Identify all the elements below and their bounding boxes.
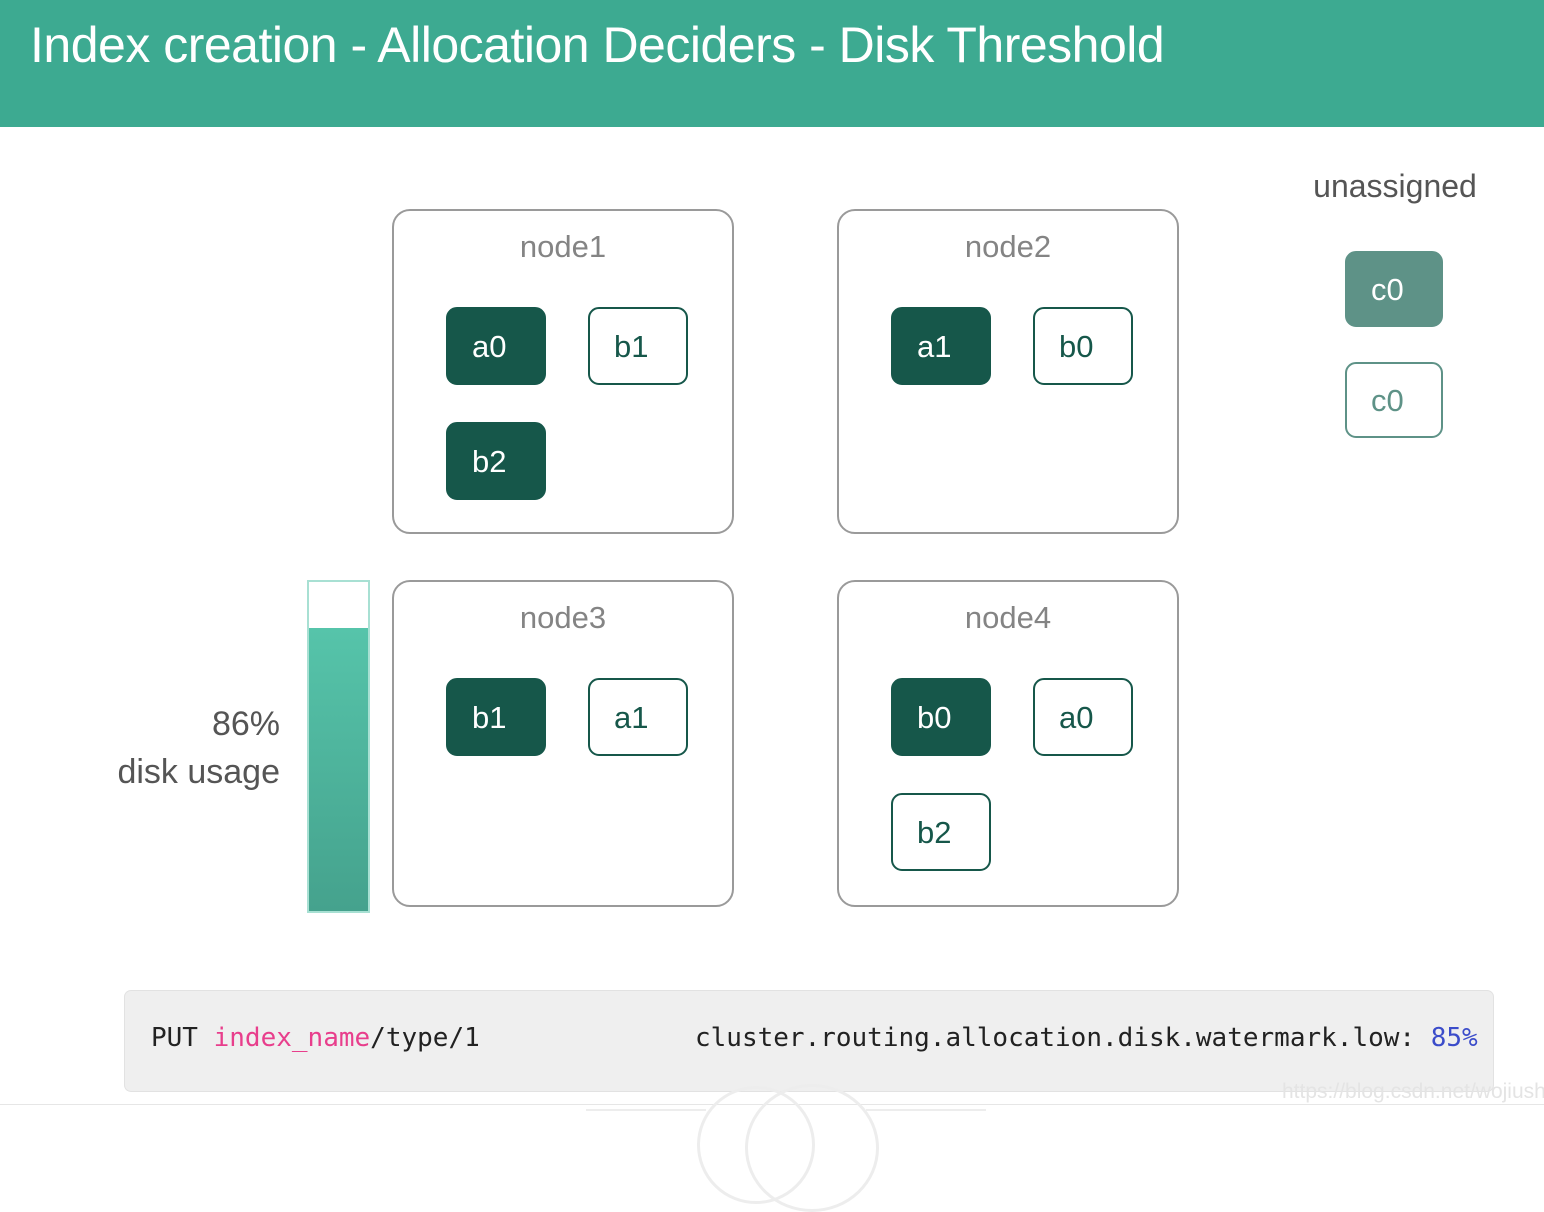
shard-label: a1 bbox=[614, 699, 649, 735]
shard-label: a0 bbox=[1059, 699, 1094, 735]
decorative-circle-icon bbox=[745, 1084, 879, 1212]
node-container-node1: node1 a0 b1 b2 bbox=[392, 209, 734, 534]
node-container-node3: node3 b1 a1 bbox=[392, 580, 734, 907]
shard-chip[interactable]: a1 bbox=[588, 678, 688, 756]
node-label: node1 bbox=[519, 229, 607, 264]
code-http-method: PUT bbox=[151, 1023, 214, 1053]
shard-chip[interactable]: b0 bbox=[1033, 307, 1133, 385]
shard-label: b1 bbox=[472, 699, 507, 735]
node-label: node4 bbox=[964, 600, 1052, 635]
shard-chip[interactable]: b2 bbox=[446, 422, 546, 500]
shard-chip[interactable]: b2 bbox=[891, 793, 991, 871]
page-title: Index creation - Allocation Deciders - D… bbox=[30, 17, 1165, 73]
disk-usage-text: disk usage bbox=[117, 753, 280, 792]
shard-label: a1 bbox=[917, 328, 952, 364]
unassigned-shard-chip[interactable]: c0 bbox=[1345, 362, 1443, 438]
shard-label: b1 bbox=[614, 328, 649, 364]
unassigned-shard-chip[interactable]: c0 bbox=[1345, 251, 1443, 327]
shard-label: c0 bbox=[1371, 271, 1404, 307]
title-banner: Index creation - Allocation Deciders - D… bbox=[0, 0, 1544, 127]
shard-chip[interactable]: b1 bbox=[588, 307, 688, 385]
code-path-rest: /type/1 bbox=[370, 1023, 480, 1053]
node-label: node3 bbox=[519, 600, 607, 635]
shard-chip[interactable]: a0 bbox=[1033, 678, 1133, 756]
code-panel: PUT index_name/type/1 cluster.routing.al… bbox=[124, 990, 1494, 1092]
disk-usage-percent: 86% bbox=[211, 705, 280, 743]
disk-usage-gauge bbox=[307, 580, 370, 913]
code-setting-line: cluster.routing.allocation.disk.watermar… bbox=[695, 1023, 1478, 1053]
watermark-text: https://blog.csdn.net/wojiushiwo987 bbox=[1282, 1080, 1544, 1103]
shard-label: b0 bbox=[917, 699, 952, 735]
shard-label: c0 bbox=[1371, 382, 1404, 418]
shard-label: b2 bbox=[472, 443, 507, 479]
disk-usage-fill bbox=[309, 628, 368, 911]
decorative-line-right bbox=[866, 1109, 986, 1111]
shard-chip[interactable]: a0 bbox=[446, 307, 546, 385]
decorative-line-left bbox=[586, 1109, 706, 1111]
code-setting-key: cluster.routing.allocation.disk.watermar… bbox=[695, 1023, 1431, 1053]
disk-usage-caption: 86% disk usage bbox=[55, 700, 280, 797]
code-request-line: PUT index_name/type/1 bbox=[151, 1023, 480, 1053]
shard-chip[interactable]: b0 bbox=[891, 678, 991, 756]
node-label: node2 bbox=[964, 229, 1052, 264]
node-container-node4: node4 b0 a0 b2 bbox=[837, 580, 1179, 907]
shard-chip[interactable]: b1 bbox=[446, 678, 546, 756]
shard-chip[interactable]: a1 bbox=[891, 307, 991, 385]
node-container-node2: node2 a1 b0 bbox=[837, 209, 1179, 534]
shard-label: b0 bbox=[1059, 328, 1094, 364]
unassigned-label: unassigned bbox=[1313, 168, 1477, 204]
shard-label: b2 bbox=[917, 814, 952, 850]
code-setting-value: 85% bbox=[1430, 1023, 1478, 1053]
code-index-name: index_name bbox=[213, 1023, 371, 1053]
shard-label: a0 bbox=[472, 328, 507, 364]
